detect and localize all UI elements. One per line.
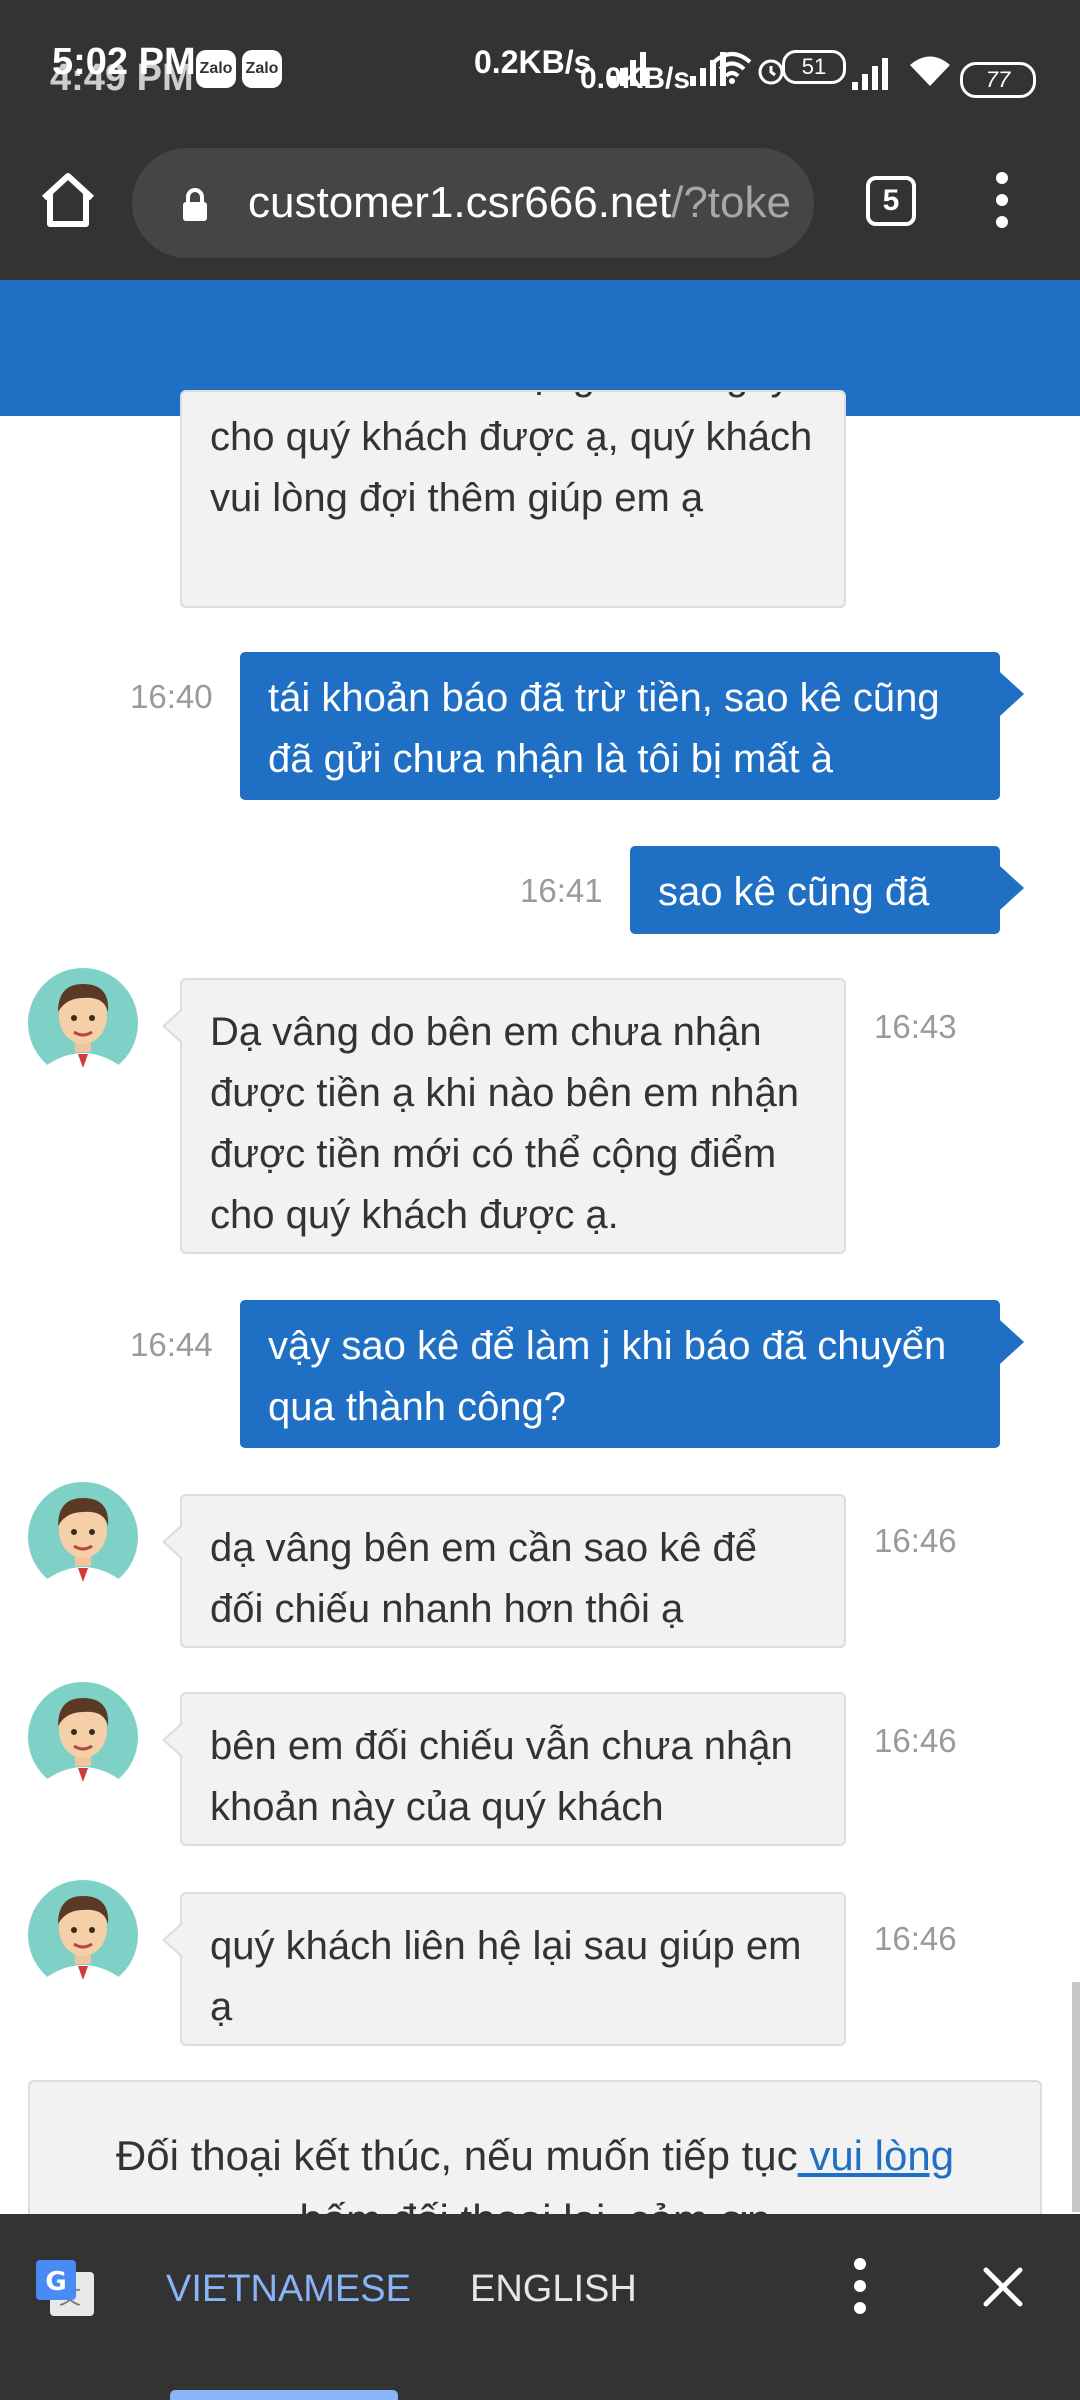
message-time: 16:44: [130, 1326, 213, 1363]
message-time: 16:46: [874, 1920, 957, 1957]
url-bar[interactable]: customer1.csr666.net/?toke: [132, 148, 814, 258]
tabs-icon[interactable]: 5: [866, 176, 916, 226]
message-incoming: quý khách liên hệ lại sau giúp em ạ: [162, 1892, 846, 2046]
lock-icon: [183, 188, 207, 221]
zalo-notification-icon: Zalo: [196, 50, 236, 88]
message-time: 16:46: [874, 1522, 957, 1559]
net-speed: 0.2KB/s: [474, 44, 592, 80]
message-text: dạ vâng bên em cần sao kê để đối chiếu n…: [210, 1526, 758, 1631]
message-text: sao kê cũng đã có: [658, 870, 930, 975]
message-text: Dạ vâng do bên em chưa nhận được tiền ạ …: [210, 1010, 799, 1237]
url-path: /?toke: [671, 178, 791, 227]
agent-avatar-icon: [28, 1482, 138, 1592]
cell-signal-icon: [852, 54, 888, 90]
message-time: 16:40: [130, 678, 213, 715]
agent-avatar-icon: [28, 1682, 138, 1792]
translate-bar: 文 G VIETNAMESE ENGLISH: [0, 2214, 1080, 2400]
signal-icon-a: [610, 50, 646, 86]
signal-badge: 51: [782, 50, 846, 84]
message-text: khách nên chưa cộng điểm ngay cho quý kh…: [210, 392, 813, 520]
status-bar: 4:49 PM 5:02 PM Zalo Zalo 0.2KB/s 0.0KB/…: [0, 0, 1080, 128]
message-outgoing: vậy sao kê để làm j khi báo đã chuyển qu…: [240, 1300, 1024, 1448]
message-time: 16:41: [520, 872, 603, 909]
overflow-menu-icon[interactable]: [990, 172, 1014, 232]
google-translate-icon: 文 G: [36, 2260, 94, 2316]
status-time: 5:02 PM: [52, 41, 196, 83]
message-incoming: khách nên chưa cộng điểm ngay cho quý kh…: [180, 390, 846, 608]
message-incoming: bên em đối chiếu vẫn chưa nhận khoản này…: [162, 1692, 846, 1846]
tab-english[interactable]: ENGLISH: [470, 2264, 637, 2314]
conversation-ended-text: Đối thoại kết thúc, nếu muốn tiếp tục: [115, 2132, 798, 2179]
message-outgoing: sao kê cũng đã có: [630, 846, 1024, 975]
message-text: tái khoản báo đã trừ tiền, sao kê cũng đ…: [268, 676, 940, 781]
wifi-icon-2: [910, 56, 950, 86]
scrollbar-thumb[interactable]: [1072, 1982, 1080, 2212]
message-incoming: Dạ vâng do bên em chưa nhận được tiền ạ …: [162, 978, 846, 1254]
restart-conversation-link[interactable]: vui lòng: [798, 2132, 954, 2179]
zalo-notification-icon-2: Zalo: [242, 50, 282, 88]
message-outgoing: tái khoản báo đã trừ tiền, sao kê cũng đ…: [240, 652, 1024, 800]
battery-indicator: 77: [960, 62, 1036, 98]
message-text: vậy sao kê để làm j khi báo đã chuyển qu…: [268, 1324, 947, 1429]
close-icon[interactable]: [982, 2266, 1024, 2308]
message-text: quý khách liên hệ lại sau giúp em ạ: [210, 1924, 802, 2029]
svg-text:G: G: [45, 2267, 66, 2297]
wifi-icon: [712, 52, 752, 84]
translate-menu-icon[interactable]: [848, 2258, 872, 2320]
message-time: 16:46: [874, 1722, 957, 1759]
message-text: bên em đối chiếu vẫn chưa nhận khoản này…: [210, 1724, 793, 1829]
active-tab-indicator: [170, 2390, 398, 2400]
tab-vietnamese[interactable]: VIETNAMESE: [166, 2264, 411, 2314]
message-incoming: dạ vâng bên em cần sao kê để đối chiếu n…: [162, 1494, 846, 1648]
home-icon[interactable]: [36, 168, 100, 232]
url-domain: customer1.csr666.net: [248, 178, 672, 227]
message-time: 16:43: [874, 1008, 957, 1045]
agent-avatar-icon: [28, 968, 138, 1078]
url-text[interactable]: customer1.csr666.net/?toke: [248, 178, 791, 228]
browser-toolbar: customer1.csr666.net/?toke 5: [0, 128, 1080, 280]
agent-avatar-icon: [28, 1880, 138, 1990]
